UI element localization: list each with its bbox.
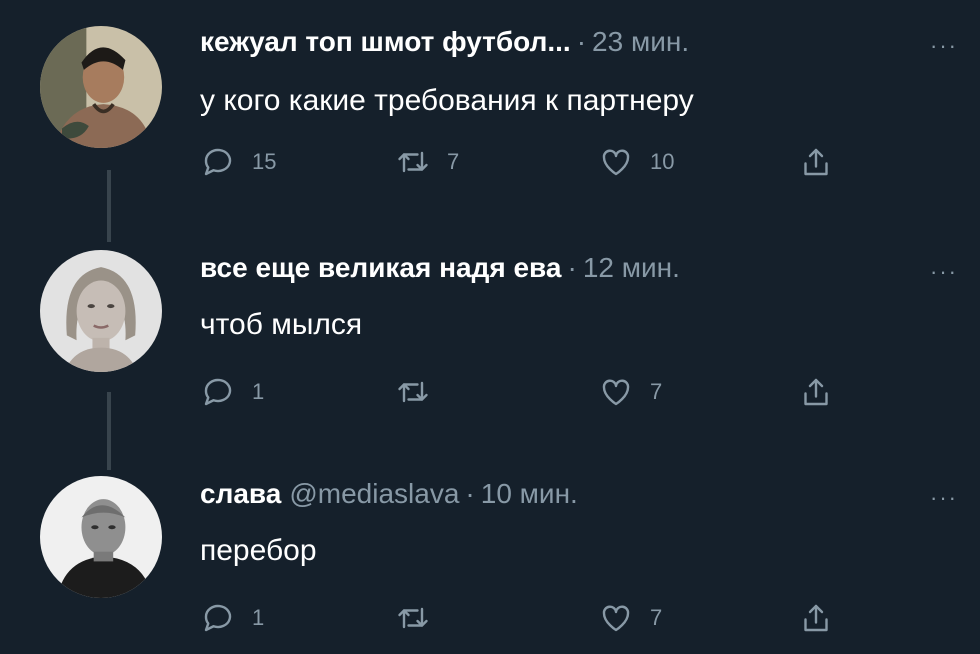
reply-count: 1	[252, 379, 265, 404]
avatar-image	[40, 26, 162, 148]
display-name[interactable]: все еще великая надя ева	[200, 252, 561, 284]
tweet-actions: 15 7 10	[200, 142, 900, 182]
reply-icon	[204, 604, 232, 632]
separator: ·	[576, 26, 587, 57]
reply-count: 15	[252, 149, 277, 174]
reply-button[interactable]: 1	[200, 598, 264, 638]
tweet-header: кежуал топ шмот футбол... · 23 мин.	[200, 26, 689, 66]
heart-icon	[602, 149, 630, 176]
avatar-image	[40, 250, 162, 372]
heart-icon	[602, 379, 630, 406]
tweet-actions: 1 7	[200, 372, 900, 412]
tweet-text: у кого какие требования к партнеру	[200, 84, 694, 117]
timestamp[interactable]: 12 мин.	[583, 252, 680, 284]
tweet[interactable]: слава @mediaslava · 10 мин. ··· перебор …	[0, 470, 980, 654]
timestamp[interactable]: 10 мин.	[481, 478, 578, 510]
like-button[interactable]: 10	[598, 142, 674, 182]
share-button[interactable]	[798, 142, 834, 182]
username[interactable]: @mediaslava	[289, 478, 459, 510]
reply-button[interactable]: 15	[200, 142, 276, 182]
share-icon	[804, 378, 828, 406]
retweet-icon	[398, 381, 428, 403]
tweet-text: перебор	[200, 534, 317, 567]
retweet-count: 7	[447, 149, 460, 174]
share-icon	[804, 148, 828, 176]
share-button[interactable]	[798, 598, 834, 638]
retweet-icon	[398, 151, 428, 173]
retweet-button[interactable]: 7	[395, 142, 459, 182]
more-icon[interactable]: ···	[930, 261, 958, 283]
retweet-button[interactable]	[395, 372, 447, 412]
reply-icon	[204, 148, 232, 176]
more-icon[interactable]: ···	[930, 487, 958, 509]
retweet-button[interactable]	[395, 598, 447, 638]
heart-icon	[602, 605, 630, 632]
like-count: 10	[650, 149, 675, 174]
like-button[interactable]: 7	[598, 598, 662, 638]
share-icon	[804, 604, 828, 632]
reply-count: 1	[252, 605, 265, 630]
retweet-icon	[398, 607, 428, 629]
separator: ·	[465, 478, 475, 509]
like-count: 7	[650, 379, 663, 404]
reply-icon	[204, 378, 232, 406]
share-button[interactable]	[798, 372, 834, 412]
avatar[interactable]	[40, 26, 162, 148]
reply-button[interactable]: 1	[200, 372, 264, 412]
tweet[interactable]: кежуал топ шмот футбол... · 23 мин. ··· …	[0, 0, 980, 240]
separator: ·	[567, 252, 577, 283]
like-button[interactable]: 7	[598, 372, 662, 412]
tweet-header: слава @mediaslava · 10 мин.	[200, 478, 578, 518]
tweet-actions: 1 7	[200, 598, 900, 638]
timestamp[interactable]: 23 мин.	[592, 26, 689, 58]
avatar[interactable]	[40, 250, 162, 372]
display-name[interactable]: слава	[200, 478, 281, 510]
tweet-text: чтоб мылся	[200, 308, 363, 341]
tweet-header: все еще великая надя ева · 12 мин.	[200, 252, 680, 292]
display-name[interactable]: кежуал топ шмот футбол...	[200, 26, 571, 58]
avatar-image	[40, 476, 162, 598]
avatar[interactable]	[40, 476, 162, 598]
like-count: 7	[650, 605, 663, 630]
more-icon[interactable]: ···	[930, 35, 958, 57]
tweet[interactable]: все еще великая надя ева · 12 мин. ··· ч…	[0, 240, 980, 470]
